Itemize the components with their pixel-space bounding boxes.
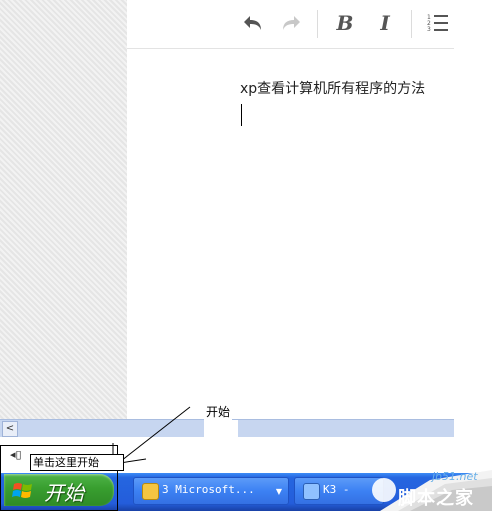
toolbar-separator: [317, 10, 318, 38]
scroll-thumb[interactable]: [204, 420, 238, 438]
svg-text:3: 3: [427, 26, 431, 33]
taskbar-item-label: K3 -: [323, 483, 350, 496]
italic-button[interactable]: I: [371, 8, 399, 38]
bold-button[interactable]: B: [331, 8, 359, 38]
toolbar-separator: [411, 10, 412, 38]
horizontal-scrollbar[interactable]: <: [0, 419, 454, 439]
chevron-down-icon: ▼: [275, 487, 282, 496]
annotation-label: 开始: [204, 403, 233, 420]
editor-toolbar: B I 1 2 3: [127, 0, 454, 49]
watermark-url: jb51.net: [432, 470, 478, 483]
redo-icon[interactable]: [277, 8, 305, 38]
text-caret: [241, 104, 242, 126]
taskbar-item-label: 3 Microsoft...: [162, 483, 255, 496]
left-margin-panel: [0, 0, 127, 420]
k3-app-icon: [303, 483, 320, 500]
right-blank-area: [454, 0, 492, 440]
taskbar-item-microsoft[interactable]: 3 Microsoft... ▼: [133, 477, 289, 505]
document-text[interactable]: xp查看计算机所有程序的方法: [240, 78, 425, 98]
ordered-list-icon[interactable]: 1 2 3: [423, 8, 453, 38]
scroll-left-button[interactable]: <: [2, 421, 18, 437]
outlook-icon: [142, 483, 159, 500]
watermark-name: 脚本之家: [398, 488, 474, 509]
annotation-callout: 单击这里开始: [30, 454, 124, 471]
undo-icon[interactable]: [239, 8, 267, 38]
